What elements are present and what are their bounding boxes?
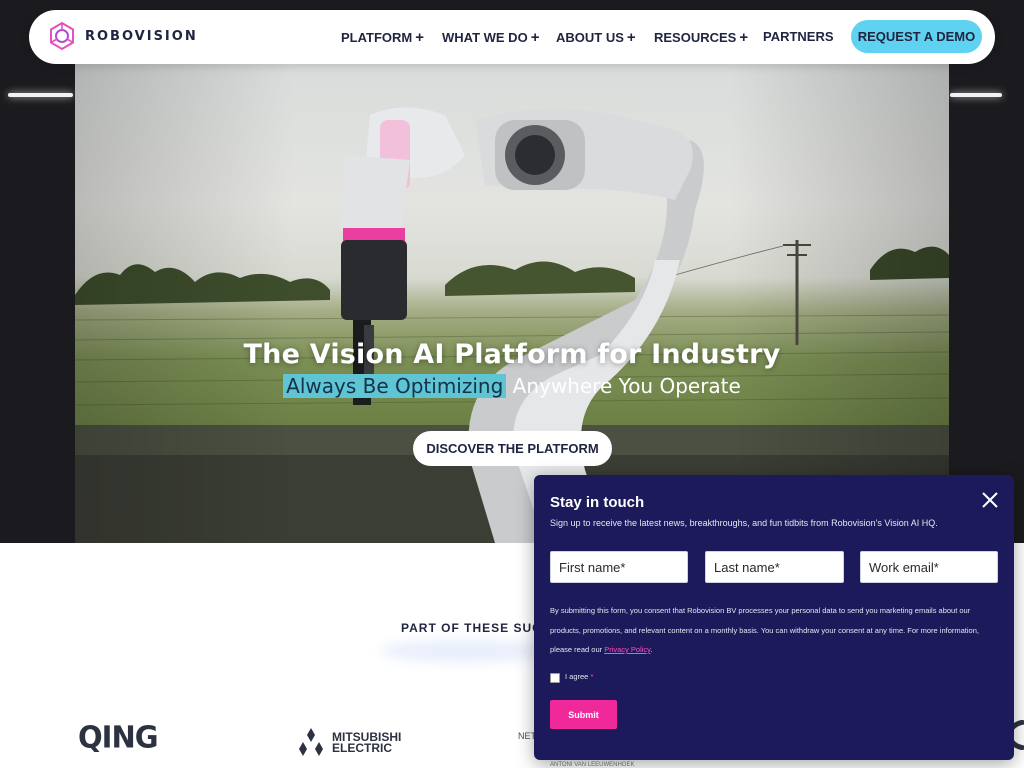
request-demo-button[interactable]: REQUEST A DEMO xyxy=(851,20,982,53)
mitsubishi-diamonds-icon xyxy=(299,728,323,756)
nav-item-label: PARTNERS xyxy=(763,29,834,44)
nav-item-label: PLATFORM xyxy=(341,30,413,45)
popup-title: Stay in touch xyxy=(550,494,645,511)
robovision-logo-icon[interactable] xyxy=(47,21,77,51)
hero-subtitle-rest: Anywhere You Operate xyxy=(512,374,741,398)
agree-label: I agree * xyxy=(565,672,593,681)
side-light-right xyxy=(950,93,1002,97)
nav-item-what-we-do[interactable]: WHAT WE DO + xyxy=(442,29,539,46)
partial-footnote: ANTONI VAN LEEUWENHOEK xyxy=(550,762,635,768)
brand-name[interactable]: ROBOVISION xyxy=(85,29,198,44)
nav-item-resources[interactable]: RESOURCES + xyxy=(654,29,748,46)
agree-label-text: I agree xyxy=(565,672,589,681)
mitsubishi-logo: MITSUBISHI ELECTRIC xyxy=(294,727,401,762)
consent-end: . xyxy=(650,645,653,654)
plus-icon: + xyxy=(415,29,425,46)
plus-icon: + xyxy=(530,29,540,46)
hero-vignette xyxy=(75,60,949,543)
hero-title: The Vision AI Platform for Industry xyxy=(243,339,781,370)
mitsubishi-line2: ELECTRIC xyxy=(332,741,392,755)
plus-icon: + xyxy=(626,29,636,46)
close-icon[interactable] xyxy=(979,489,1001,511)
plus-icon: + xyxy=(739,29,749,46)
top-navigation: ROBOVISION PLATFORM + WHAT WE DO + ABOUT U… xyxy=(29,10,995,64)
nav-item-about-us[interactable]: ABOUT US + xyxy=(556,29,636,46)
hero-subtitle: Always Be Optimizing Anywhere You Operat… xyxy=(0,374,1024,398)
work-email-field[interactable] xyxy=(860,551,998,583)
nav-item-platform[interactable]: PLATFORM + xyxy=(341,29,424,46)
newsletter-popup: Stay in touch Sign up to receive the lat… xyxy=(534,475,1014,760)
agree-checkbox[interactable] xyxy=(550,673,560,683)
hero-subtitle-highlight: Always Be Optimizing xyxy=(283,374,507,398)
popup-description: Sign up to receive the latest news, brea… xyxy=(550,518,938,528)
submit-button[interactable]: Submit xyxy=(550,700,617,729)
nav-item-partners[interactable]: PARTNERS xyxy=(763,29,834,44)
consent-text: By submitting this form, you consent tha… xyxy=(550,601,990,660)
heading-glow xyxy=(380,640,550,662)
first-name-field[interactable] xyxy=(550,551,688,583)
hero-section: The Vision AI Platform for Industry Alwa… xyxy=(0,0,1024,543)
privacy-policy-link[interactable]: Privacy Policy xyxy=(604,645,650,654)
nav-item-label: ABOUT US xyxy=(556,30,624,45)
nav-item-label: WHAT WE DO xyxy=(442,30,528,45)
discover-platform-button[interactable]: DISCOVER THE PLATFORM xyxy=(413,431,612,466)
mitsubishi-wordmark: MITSUBISHI ELECTRIC xyxy=(332,731,401,755)
last-name-field[interactable] xyxy=(705,551,844,583)
partners-heading: PART OF THESE SUCC xyxy=(401,621,552,635)
hero-background-image xyxy=(75,60,949,543)
qing-logo: QING xyxy=(78,719,159,755)
hero-text-block: The Vision AI Platform for Industry Alwa… xyxy=(0,339,1024,398)
required-marker: * xyxy=(590,672,594,681)
nav-item-label: RESOURCES xyxy=(654,30,737,45)
side-light-left xyxy=(8,93,73,97)
